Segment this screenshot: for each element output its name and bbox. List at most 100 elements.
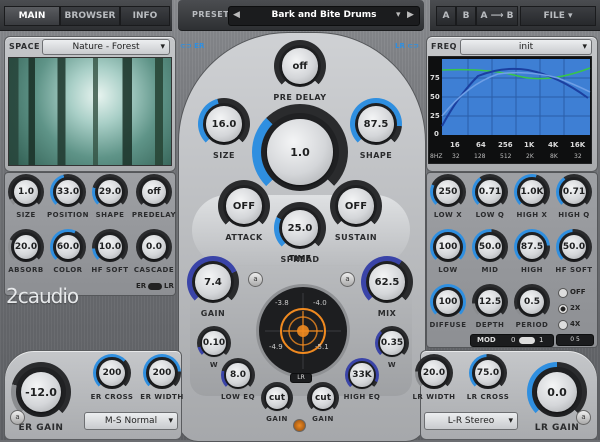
low-cut-knob[interactable]: cut GAIN	[260, 382, 294, 430]
preset-dropdown-icon[interactable]: ▾	[396, 10, 401, 20]
freq-response-graph[interactable]: 75 50 25 0 16 64 256 1K 4K 16K 8HZ 32 12…	[428, 56, 592, 164]
mod-bar: MOD 0 1	[470, 334, 554, 347]
knob-value: 100	[438, 242, 458, 252]
freq-y-tick: 50	[430, 93, 440, 101]
er-gain-knob[interactable]: -12.0 ER GAIN	[10, 362, 72, 438]
er-cross-knob[interactable]: 200 ER CROSS	[91, 354, 133, 408]
attack-knob[interactable]: OFF ATTACK	[216, 180, 272, 246]
knob-label: GAIN	[312, 415, 334, 423]
os-readout: 0 5	[556, 334, 594, 346]
low-x-knob[interactable]: 250 LOW X	[430, 174, 466, 224]
high-q-knob[interactable]: 0.71 HIGH Q	[556, 174, 592, 224]
gain-lock-icon[interactable]: a	[248, 272, 263, 287]
next-preset-icon[interactable]: ▶	[407, 10, 414, 20]
lr-link-icon[interactable]: LR ⊂⊃	[395, 42, 419, 50]
size-knob[interactable]: 1.0 SIZE	[8, 174, 44, 224]
lr-gain-knob[interactable]: 0.0 LR GAIN	[526, 362, 588, 438]
lr-mode-value: L-R Stereo	[447, 416, 495, 426]
mod-toggle[interactable]	[519, 337, 535, 344]
er-width-knob[interactable]: 200 ER WIDTH	[140, 354, 183, 408]
high-knob[interactable]: 87.5 HIGH	[514, 229, 550, 279]
high-eq-knob[interactable]: 33K HIGH EQ	[344, 358, 380, 408]
preset-field[interactable]: ◀ Bark and Bite Drums ▾ ▶	[228, 6, 420, 26]
knob-label: SIZE	[212, 151, 235, 160]
knob-value: cut	[314, 393, 332, 403]
er-lr-toggle[interactable]: ER LR	[136, 282, 174, 292]
hf-soft-knob[interactable]: 10.0 HF SOFT	[91, 229, 128, 279]
mix-lock-icon[interactable]: a	[340, 272, 355, 287]
scope-display	[265, 293, 341, 369]
space-dropdown[interactable]: Nature - Forest ▾	[42, 39, 170, 55]
lr-cross-knob[interactable]: 75.0 LR CROSS	[467, 354, 509, 408]
er-mode-dropdown[interactable]: M-S Normal ▾	[84, 412, 178, 430]
lr-mode-dropdown[interactable]: L-R Stereo ▾	[424, 412, 518, 430]
er-link-label: ER	[194, 42, 205, 50]
position-knob[interactable]: 33.0 POSITION	[47, 174, 88, 224]
knob-label: HIGH EQ	[343, 393, 381, 401]
knob-label: SHAPE	[359, 151, 393, 160]
tab-info[interactable]: INFO	[120, 6, 170, 26]
high-cut-knob[interactable]: cut GAIN	[306, 382, 340, 430]
knob-label: PERIOD	[515, 321, 549, 329]
depth-knob[interactable]: 12.5 DEPTH	[472, 284, 508, 334]
eq-link-icon[interactable]	[293, 419, 306, 432]
low-knob[interactable]: 100 LOW	[430, 229, 466, 279]
mod-label: MOD	[477, 336, 496, 344]
knob-value: 0.35	[380, 338, 404, 348]
freq-x-tick2: 32	[452, 153, 460, 160]
file-menu[interactable]: FILE ▾	[520, 6, 596, 26]
low-q-knob[interactable]: 0.71 LOW Q	[472, 174, 508, 224]
knob-label: ER WIDTH	[140, 393, 184, 401]
mid-knob[interactable]: 50.0 MID	[472, 229, 508, 279]
period-knob[interactable]: 0.5 PERIOD	[514, 284, 550, 334]
shape-knob[interactable]: 29.0 SHAPE	[92, 174, 128, 224]
color-knob[interactable]: 60.0 COLOR	[50, 229, 86, 279]
mix-knob[interactable]: 62.5 MIX	[360, 256, 414, 322]
knob-value: 50.0	[562, 242, 586, 252]
predelay-knob[interactable]: off PREDELAY	[132, 174, 176, 224]
high-x-knob[interactable]: 1.0K HIGH X	[514, 174, 550, 224]
freq-dropdown[interactable]: init ▾	[460, 39, 592, 55]
er-link-icon[interactable]: ⊂⊃ ER	[180, 42, 204, 50]
cascade-knob[interactable]: 0.0 CASCADE	[134, 229, 174, 279]
freq-x-tick2: 2K	[526, 153, 535, 160]
tab-main[interactable]: MAIN	[4, 6, 60, 26]
b-button[interactable]: B	[456, 6, 476, 26]
knob-value: 1.0K	[520, 187, 544, 197]
knob-value: 20.0	[14, 242, 38, 252]
freq-y-tick: 0	[434, 130, 439, 138]
size-knob-center[interactable]: 16.0 SIZE	[194, 98, 254, 164]
tab-browser[interactable]: BROWSER	[60, 6, 120, 26]
knob-value: 7.4	[204, 276, 222, 288]
gain-knob[interactable]: 7.4 GAIN	[186, 256, 240, 322]
knob-label: CASCADE	[133, 266, 175, 274]
lr-toggle-label: LR	[164, 282, 174, 290]
os-option-label: OFF	[570, 288, 586, 296]
a-to-b-button[interactable]: A ⟶ B	[476, 6, 518, 26]
hf-soft-knob-right[interactable]: 50.0 HF SOFT	[555, 229, 592, 279]
diffuse-knob[interactable]: 100 DIFFUSE	[430, 284, 466, 334]
er-mode-value: M-S Normal	[104, 416, 158, 426]
knob-center-label: TIME	[289, 254, 311, 263]
knob-label: LR CROSS	[466, 393, 510, 401]
knob-value: 10.0	[98, 242, 122, 252]
freq-x-tick: 16	[450, 141, 460, 149]
sustain-knob[interactable]: OFF SUSTAIN	[328, 180, 384, 246]
pre-delay-knob[interactable]: off PRE DELAY	[272, 40, 328, 110]
knob-label: PRE DELAY	[273, 93, 327, 102]
chevron-down-icon: ▾	[582, 42, 587, 52]
stereo-scope: -3.8 -4.0 -4.9 -5.1	[256, 284, 350, 378]
freq-label: FREQ	[431, 42, 457, 51]
absorb-knob[interactable]: 20.0 ABSORB	[8, 229, 44, 279]
knob-value: off	[147, 187, 161, 197]
preset-name: Bark and Bite Drums	[271, 10, 377, 20]
knob-value: OFF	[232, 200, 256, 212]
shape-knob-center[interactable]: 87.5 SHAPE	[346, 98, 406, 164]
knob-value: 75.0	[476, 368, 500, 378]
freq-x-tick2: 8K	[550, 153, 559, 160]
oversample-group: OFF 2X 4X 0 5	[556, 284, 594, 346]
a-button[interactable]: A	[436, 6, 456, 26]
lr-width-knob[interactable]: 20.0 LR WIDTH	[412, 354, 455, 408]
knob-label: LR WIDTH	[412, 393, 456, 401]
low-eq-knob[interactable]: 8.0 LOW EQ	[220, 358, 256, 408]
